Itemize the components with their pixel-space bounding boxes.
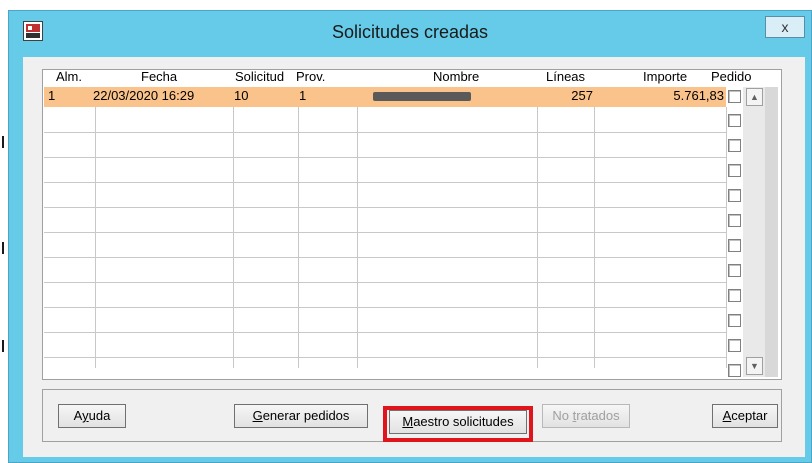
dialog-window: Solicitudes creadas x Alm. Fecha Solicit… bbox=[8, 10, 812, 463]
pedido-checkbox[interactable] bbox=[728, 139, 741, 152]
scroll-up-arrow-icon[interactable]: ▲ bbox=[746, 88, 763, 106]
cell-prov: 1 bbox=[299, 88, 307, 103]
column-header-nombre[interactable]: Nombre bbox=[433, 70, 479, 84]
generar-pedidos-button[interactable]: Generar pedidos bbox=[234, 404, 368, 428]
pedido-checkbox[interactable] bbox=[728, 364, 741, 377]
title-bar[interactable]: Solicitudes creadas x bbox=[9, 11, 811, 53]
scrollbar-track[interactable] bbox=[765, 87, 778, 377]
column-header-alm[interactable]: Alm. bbox=[56, 70, 82, 84]
column-header-prov[interactable]: Prov. bbox=[296, 70, 325, 84]
aceptar-button[interactable]: Aceptar bbox=[712, 404, 778, 428]
column-header-lineas[interactable]: Líneas bbox=[546, 70, 585, 84]
cell-importe: 5.761,83 bbox=[673, 88, 724, 103]
ayuda-button[interactable]: Ayuda bbox=[58, 404, 126, 428]
pedido-checkbox[interactable] bbox=[728, 264, 741, 277]
cell-alm: 1 bbox=[48, 88, 56, 103]
requests-table: Alm. Fecha Solicitud Prov. Nombre Líneas… bbox=[42, 69, 782, 380]
redacted-name bbox=[373, 92, 471, 101]
pedido-checkbox[interactable] bbox=[728, 239, 741, 252]
pedido-checkbox[interactable] bbox=[728, 90, 741, 103]
pedido-checkbox[interactable] bbox=[728, 289, 741, 302]
scroll-down-arrow-icon[interactable]: ▼ bbox=[746, 357, 763, 375]
dialog-client-area: Alm. Fecha Solicitud Prov. Nombre Líneas… bbox=[23, 57, 805, 457]
background-window-edge bbox=[0, 10, 8, 463]
pedido-checkbox[interactable] bbox=[728, 114, 741, 127]
button-bar: Ayuda Generar pedidos Maestro solicitude… bbox=[42, 389, 782, 442]
pedido-checkbox[interactable] bbox=[728, 339, 741, 352]
cell-nombre bbox=[358, 87, 538, 107]
pedido-checkbox[interactable] bbox=[728, 164, 741, 177]
column-header-importe[interactable]: Importe bbox=[643, 70, 687, 84]
cell-lineas: 257 bbox=[571, 88, 593, 103]
cell-solicitud: 10 bbox=[234, 88, 249, 103]
close-icon: x bbox=[781, 19, 789, 35]
cell-fecha: 22/03/2020 16:29 bbox=[93, 88, 195, 103]
pedido-checkbox[interactable] bbox=[728, 314, 741, 327]
column-header-solicitud[interactable]: Solicitud bbox=[235, 70, 284, 84]
no-tratados-button: No tratados bbox=[542, 404, 630, 428]
vertical-scrollbar[interactable]: ▲ ▼ bbox=[743, 87, 778, 377]
column-header-fecha[interactable]: Fecha bbox=[141, 70, 177, 84]
close-button[interactable]: x bbox=[765, 16, 805, 38]
pedido-checkbox[interactable] bbox=[728, 189, 741, 202]
pedido-checkbox[interactable] bbox=[728, 214, 741, 227]
window-title: Solicitudes creadas bbox=[331, 22, 489, 42]
annotation-highlight-box bbox=[383, 406, 533, 442]
desktop-background bbox=[0, 0, 812, 10]
column-header-pedido[interactable]: Pedido bbox=[711, 70, 751, 84]
